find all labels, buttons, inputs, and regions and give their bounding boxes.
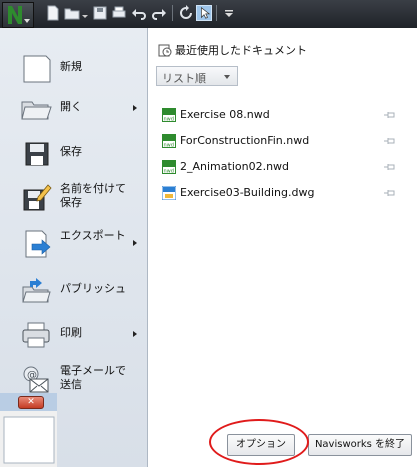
document-name: Exercise03-Building.dwg <box>180 186 315 199</box>
menu-item-label: 印刷 <box>60 326 82 339</box>
save-icon[interactable] <box>92 5 108 21</box>
chevron-down-icon <box>24 19 30 23</box>
document-name: 2_Animation02.nwd <box>180 160 290 173</box>
new-file-icon[interactable] <box>45 5 61 21</box>
menu-item-open[interactable]: 開く <box>0 88 147 130</box>
menu-item-label: 電子メールで送信 <box>60 364 126 391</box>
nwd-file-icon: nwd <box>162 134 176 148</box>
chevron-down-icon <box>224 75 230 79</box>
export-icon <box>25 230 51 258</box>
customize-dropdown-icon[interactable] <box>221 5 237 21</box>
toolbar-separator <box>172 5 173 21</box>
svg-text:nwd: nwd <box>164 117 174 123</box>
pin-icon[interactable] <box>384 188 396 198</box>
menu-item-new[interactable]: 新規 <box>0 48 147 90</box>
quick-access-toolbar <box>0 0 417 28</box>
printer-icon <box>22 322 50 348</box>
print-icon[interactable] <box>111 5 127 21</box>
menu-item-save[interactable]: 保存 <box>0 133 147 175</box>
chevron-down-icon[interactable] <box>82 5 88 21</box>
menu-item-label: エクスポート <box>60 229 126 242</box>
email-icon: @ <box>23 366 49 393</box>
recent-document-item[interactable]: nwd ForConstructionFin.nwd <box>162 133 404 151</box>
save-disk-icon <box>25 142 49 166</box>
recent-documents-pane: 最近使用したドキュメント リスト順 nwd Exercise 08.nwd nw… <box>148 28 417 467</box>
dwg-file-icon <box>162 186 176 200</box>
document-name: ForConstructionFin.nwd <box>180 134 310 147</box>
refresh-icon[interactable] <box>178 5 194 21</box>
menu-item-export[interactable]: エクスポート <box>0 223 147 265</box>
recent-documents-title: 最近使用したドキュメント <box>175 44 307 57</box>
new-document-icon <box>23 55 51 83</box>
exit-navisworks-button[interactable]: Navisworks を終了 <box>308 434 412 456</box>
menu-item-print[interactable]: 印刷 <box>0 314 147 356</box>
menu-item-label: 開く <box>60 100 82 113</box>
pin-icon[interactable] <box>384 110 396 120</box>
svg-text:nwd: nwd <box>164 143 174 149</box>
pin-icon[interactable] <box>384 136 396 146</box>
close-icon[interactable]: ✕ <box>18 396 44 409</box>
open-folder-icon[interactable] <box>64 5 80 21</box>
submenu-arrow-icon <box>133 105 137 111</box>
toolbar-separator <box>216 5 217 21</box>
recent-document-item[interactable]: nwd 2_Animation02.nwd <box>162 159 404 177</box>
submenu-arrow-icon <box>133 240 137 246</box>
submenu-arrow-icon <box>133 331 137 337</box>
menu-item-publish[interactable]: パブリッシュ <box>0 270 147 312</box>
save-as-icon <box>23 184 52 211</box>
highlight-circle <box>209 419 309 465</box>
menu-item-label: 名前を付けて保存 <box>60 182 126 209</box>
recent-documents-icon <box>158 44 172 57</box>
undo-icon[interactable] <box>131 5 147 21</box>
svg-text:nwd: nwd <box>164 169 174 175</box>
redo-icon[interactable] <box>151 5 167 21</box>
app-menu-icon <box>8 6 22 24</box>
sort-order-value: リスト順 <box>162 72 206 85</box>
menu-item-label: パブリッシュ <box>60 282 126 295</box>
recent-document-item[interactable]: Exercise03-Building.dwg <box>162 185 404 203</box>
sort-order-dropdown[interactable]: リスト順 <box>156 66 238 86</box>
menu-item-label: 新規 <box>60 60 82 73</box>
nwd-file-icon: nwd <box>162 160 176 174</box>
background-dialog: ✕ <box>0 393 57 467</box>
menu-item-save-as[interactable]: 名前を付けて保存 <box>0 176 147 218</box>
pin-icon[interactable] <box>384 162 396 172</box>
select-cursor-icon[interactable] <box>196 5 212 21</box>
app-menu-button[interactable] <box>2 2 34 28</box>
menu-item-label: 保存 <box>60 145 82 158</box>
nwd-file-icon: nwd <box>162 108 176 122</box>
publish-icon <box>22 278 51 303</box>
open-folder-icon <box>21 101 52 120</box>
document-name: Exercise 08.nwd <box>180 108 270 121</box>
recent-document-item[interactable]: nwd Exercise 08.nwd <box>162 107 404 125</box>
